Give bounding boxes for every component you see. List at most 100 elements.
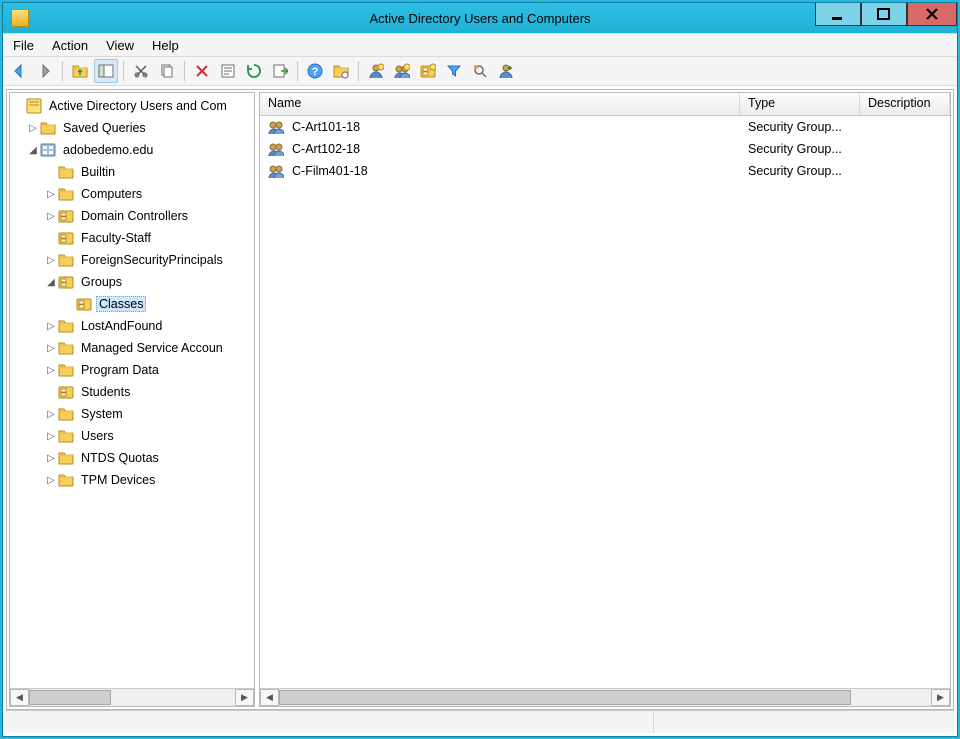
scroll-left-button[interactable]: ◀ [10,689,29,706]
menu-help[interactable]: Help [152,38,179,53]
menu-view[interactable]: View [106,38,134,53]
list-item-name: C-Art102-18 [292,142,360,156]
title-bar[interactable]: Active Directory Users and Computers [3,3,957,33]
tree-users[interactable]: ▷ Users [10,425,254,447]
show-hide-action-pane-button[interactable] [329,59,353,83]
tree-domain[interactable]: ◢ adobedemo.edu [10,139,254,161]
scroll-thumb[interactable] [279,690,851,705]
tree-managed-service-accounts[interactable]: ▷ Managed Service Accoun [10,337,254,359]
find-button[interactable] [468,59,492,83]
tree-view[interactable]: ▸ Active Directory Users and Com ▷ Saved… [10,93,254,688]
list-hscrollbar[interactable]: ◀ ▶ [260,688,950,706]
list-item[interactable]: C-Film401-18 Security Group... [260,160,950,182]
expander-icon[interactable]: ▷ [44,321,58,332]
maximize-button[interactable] [861,3,907,26]
tree-lostandfound[interactable]: ▷ LostAndFound [10,315,254,337]
minimize-button[interactable] [815,3,861,26]
copy-button[interactable] [155,59,179,83]
expander-icon[interactable]: ▷ [26,123,40,134]
expander-icon[interactable]: ◢ [26,145,40,156]
list-item[interactable]: C-Art101-18 Security Group... [260,116,950,138]
toolbar-separator [62,61,63,81]
domain-icon [40,142,56,158]
tree-classes[interactable]: ▷ Classes [10,293,254,315]
tree-computers[interactable]: ▷ Computers [10,183,254,205]
ou-icon [58,384,74,400]
column-description[interactable]: Description [860,93,950,115]
expander-icon[interactable]: ▷ [44,453,58,464]
tree-groups[interactable]: ◢ Groups [10,271,254,293]
back-button[interactable] [7,59,31,83]
expander-icon[interactable]: ▷ [44,255,58,266]
tree-foreign-security-principals[interactable]: ▷ ForeignSecurityPrincipals [10,249,254,271]
forward-button[interactable] [33,59,57,83]
delete-button[interactable] [190,59,214,83]
tree-item-label: Users [78,429,117,443]
scroll-track[interactable] [29,690,235,705]
filter-button[interactable] [442,59,466,83]
scroll-right-button[interactable]: ▶ [235,689,254,706]
expander-icon[interactable]: ▷ [44,211,58,222]
folder-icon [58,450,74,466]
expander-icon[interactable]: ▷ [44,431,58,442]
ou-icon [58,208,74,224]
scroll-right-button[interactable]: ▶ [931,689,950,706]
folder-icon [58,186,74,202]
folder-icon [58,318,74,334]
expander-icon[interactable]: ▷ [44,475,58,486]
scroll-thumb[interactable] [29,690,111,705]
menu-action[interactable]: Action [52,38,88,53]
ou-icon [76,296,92,312]
list-item[interactable]: C-Art102-18 Security Group... [260,138,950,160]
new-user-button[interactable] [364,59,388,83]
tree-students[interactable]: ▷ Students [10,381,254,403]
tree-tpm-devices[interactable]: ▷ TPM Devices [10,469,254,491]
properties-button[interactable] [216,59,240,83]
tree-item-label: Faculty-Staff [78,231,154,245]
menu-file[interactable]: File [13,38,34,53]
tree-program-data[interactable]: ▷ Program Data [10,359,254,381]
tree-item-label: adobedemo.edu [60,143,156,157]
list-item-type: Security Group... [740,142,860,156]
tree-root-label: Active Directory Users and Com [46,99,230,113]
tree-builtin[interactable]: ▷ Builtin [10,161,254,183]
tree-ntds-quotas[interactable]: ▷ NTDS Quotas [10,447,254,469]
list-header[interactable]: Name Type Description [260,93,950,116]
tree-item-label: Builtin [78,165,118,179]
tree-item-label: Groups [78,275,125,289]
close-button[interactable] [907,3,957,26]
app-window: Active Directory Users and Computers Fil… [2,2,958,737]
expander-icon[interactable]: ▷ [44,343,58,354]
help-button[interactable] [303,59,327,83]
show-hide-tree-button[interactable] [94,59,118,83]
column-type[interactable]: Type [740,93,860,115]
expander-icon[interactable]: ▷ [44,365,58,376]
expander-icon[interactable]: ◢ [44,277,58,288]
expander-icon[interactable]: ▷ [44,189,58,200]
new-group-button[interactable] [390,59,414,83]
tree-faculty-staff[interactable]: ▷ Faculty-Staff [10,227,254,249]
tree-item-label: NTDS Quotas [78,451,162,465]
list-item-type: Security Group... [740,164,860,178]
tree-item-label: Saved Queries [60,121,149,135]
scroll-left-button[interactable]: ◀ [260,689,279,706]
tree-saved-queries[interactable]: ▷ Saved Queries [10,117,254,139]
add-to-group-button[interactable] [494,59,518,83]
tree-system[interactable]: ▷ System [10,403,254,425]
folder-icon [58,428,74,444]
column-name[interactable]: Name [260,93,740,115]
expander-icon[interactable]: ▷ [44,409,58,420]
folder-icon [58,340,74,356]
list-body[interactable]: C-Art101-18 Security Group... C-Art102-1… [260,116,950,688]
up-button[interactable] [68,59,92,83]
refresh-button[interactable] [242,59,266,83]
scroll-track[interactable] [279,690,931,705]
tree-domain-controllers[interactable]: ▷ Domain Controllers [10,205,254,227]
export-list-button[interactable] [268,59,292,83]
tree-root[interactable]: ▸ Active Directory Users and Com [10,95,254,117]
tree-hscrollbar[interactable]: ◀ ▶ [10,688,254,706]
folder-icon [58,252,74,268]
folder-icon [58,362,74,378]
cut-button[interactable] [129,59,153,83]
new-ou-button[interactable] [416,59,440,83]
